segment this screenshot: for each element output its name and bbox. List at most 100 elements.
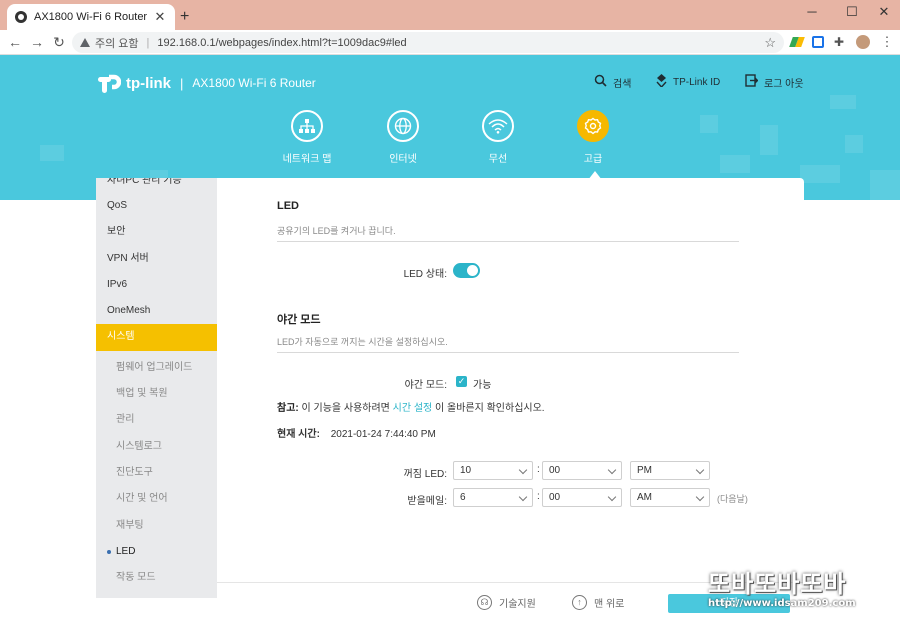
sidebar-sub-led[interactable]: LED (96, 539, 217, 565)
night-mode-checkbox[interactable]: ✓ (456, 376, 467, 387)
search-link[interactable]: 검색 (594, 74, 631, 90)
new-tab-button[interactable]: + (180, 8, 189, 26)
sidebar-sub-reboot[interactable]: 재부팅 (96, 513, 217, 539)
sidebar-sub-diagnostics[interactable]: 진단도구 (96, 460, 217, 486)
led-off-ampm-select[interactable]: PM (630, 461, 710, 480)
browser-toolbar: ← → ↻ 주의 요함 | 192.168.0.1/webpages/index… (0, 30, 900, 55)
tab-close-button[interactable]: ✕ (153, 9, 167, 25)
next-day-note: (다음날) (717, 494, 748, 504)
chevron-down-icon (695, 492, 705, 502)
nav-label: 무선 (488, 154, 508, 165)
note-text: 이 기능을 사용하려면 (301, 403, 390, 414)
bookmark-star-icon[interactable]: ☆ (764, 35, 776, 51)
sidebar-item-security[interactable]: 보안 (96, 219, 217, 245)
sidebar-sub-time-language[interactable]: 시간 및 언어 (96, 486, 217, 512)
tab-title: AX1800 Wi-Fi 6 Router (34, 11, 148, 23)
time-settings-link[interactable]: 시간 설정 (393, 403, 433, 414)
divider (277, 241, 739, 242)
led-off-hour-select[interactable]: 10 (453, 461, 533, 480)
led-status-label: LED 상태: (403, 269, 447, 280)
sidebar-item-system[interactable]: 시스템 (96, 324, 217, 351)
led-on-minute-select[interactable]: 00 (542, 488, 622, 507)
forward-arrow-icon[interactable]: → (29, 34, 45, 50)
led-on-ampm-select[interactable]: AM (630, 488, 710, 507)
night-mode-description: LED가 자동으로 꺼지는 시간을 설정하십시오. (277, 337, 448, 347)
led-off-label: 꺼짐 LED: (403, 469, 447, 480)
nav-internet[interactable]: 인터넷 (358, 110, 448, 165)
nav-label: 고급 (583, 154, 603, 165)
maximize-button[interactable]: ☐ (842, 4, 862, 20)
logout-label: 로그 아웃 (764, 78, 804, 90)
reload-icon[interactable]: ↻ (51, 34, 67, 50)
gear-icon (577, 110, 609, 142)
brand-name: tp-link (126, 74, 171, 92)
tplink-logo-icon (95, 70, 122, 96)
back-to-top-link[interactable]: ↑ 맨 위로 (572, 595, 624, 610)
note-prefix: 참고: (277, 403, 299, 414)
browser-menu-icon[interactable]: ⋮ (879, 34, 895, 50)
browser-tab-strip: AX1800 Wi-Fi 6 Router ✕ + ─ ☐ ✕ (0, 0, 900, 30)
chevron-down-icon (607, 492, 617, 502)
address-bar[interactable]: 주의 요함 | 192.168.0.1/webpages/index.html?… (72, 32, 784, 53)
led-off-minute-select[interactable]: 00 (542, 461, 622, 480)
sidebar-item-vpn[interactable]: VPN 서버 (96, 246, 217, 272)
user-id-icon (656, 74, 667, 90)
logout-link[interactable]: 로그 아웃 (745, 74, 804, 90)
watermark-url: http://www.idsam209.com (708, 598, 856, 609)
back-arrow-icon[interactable]: ← (7, 34, 23, 50)
globe-icon (387, 110, 419, 142)
support-link[interactable]: ☊ 기술지원 (477, 595, 536, 610)
night-mode-enable-label[interactable]: 가능 (473, 376, 491, 391)
led-status-toggle[interactable] (453, 263, 480, 278)
chevron-down-icon (695, 465, 705, 475)
url-text[interactable]: 192.168.0.1/webpages/index.html?t=1009da… (157, 37, 764, 49)
tab-favicon-icon (15, 11, 27, 23)
sidebar-item-ipv6[interactable]: IPv6 (96, 272, 217, 298)
current-time-label: 현재 시간: (277, 429, 320, 440)
chevron-down-icon (607, 465, 617, 475)
sidebar-item-parental-partial[interactable]: 자녀PC 관리 기능 (107, 178, 182, 186)
profile-avatar[interactable] (856, 35, 870, 49)
note-text-end: 이 올바른지 확인하십시오. (435, 403, 545, 414)
support-label: 기술지원 (499, 599, 536, 610)
sidebar: 자녀PC 관리 기능 QoS 보안 VPN 서버 IPv6 OneMesh 시스… (96, 178, 217, 598)
router-model: AX1800 Wi-Fi 6 Router (192, 76, 316, 90)
nav-network-map[interactable]: 네트워크 맵 (262, 110, 352, 165)
sidebar-sub-admin[interactable]: 관리 (96, 407, 217, 433)
night-mode-title: 야간 모드 (277, 314, 321, 326)
led-section-description: 공유기의 LED를 켜거나 끕니다. (277, 226, 396, 236)
security-warning[interactable]: 주의 요함 (95, 35, 139, 51)
current-time-row: 현재 시간: 2021-01-24 7:44:40 PM (277, 425, 436, 440)
led-section-title: LED (277, 200, 299, 212)
check-extension-icon[interactable] (812, 36, 824, 48)
led-on-hour-select[interactable]: 6 (453, 488, 533, 507)
tplink-id-label: TP-Link ID (673, 76, 721, 88)
nav-label: 네트워크 맵 (282, 154, 332, 165)
extensions-puzzle-icon[interactable]: ✚ (834, 36, 846, 48)
sidebar-sub-firmware[interactable]: 펌웨어 업그레이드 (96, 355, 217, 381)
browser-tab[interactable]: AX1800 Wi-Fi 6 Router ✕ (7, 4, 175, 30)
drive-extension-icon[interactable] (789, 37, 805, 47)
close-window-button[interactable]: ✕ (874, 4, 894, 20)
content-card: LED 공유기의 LED를 켜거나 끕니다. LED 상태: 야간 모드 LED… (217, 178, 804, 621)
nav-wireless[interactable]: 무선 (453, 110, 543, 165)
minimize-button[interactable]: ─ (802, 4, 822, 19)
sidebar-item-onemesh[interactable]: OneMesh (96, 298, 217, 324)
warning-icon (80, 38, 90, 47)
led-on-label: 받을메일: (407, 496, 447, 507)
nav-advanced[interactable]: 고급 (548, 110, 638, 165)
tplink-id-link[interactable]: TP-Link ID (656, 74, 720, 90)
arrow-up-icon: ↑ (572, 595, 587, 610)
headset-icon: ☊ (477, 595, 492, 610)
sidebar-sub-syslog[interactable]: 시스템로그 (96, 434, 217, 460)
divider (277, 352, 739, 353)
current-time-value: 2021-01-24 7:44:40 PM (330, 429, 436, 440)
tplink-logo[interactable]: tp-link | AX1800 Wi-Fi 6 Router (95, 70, 316, 96)
sidebar-item-qos[interactable]: QoS (96, 193, 217, 219)
night-mode-note: 참고: 이 기능을 사용하려면 시간 설정 이 올바른지 확인하십시오. (277, 399, 545, 414)
sidebar-sub-backup[interactable]: 백업 및 복원 (96, 381, 217, 407)
search-label: 검색 (613, 78, 632, 90)
chevron-down-icon (518, 465, 528, 475)
search-icon (594, 74, 607, 90)
sidebar-sub-operation-mode[interactable]: 작동 모드 (96, 565, 217, 591)
